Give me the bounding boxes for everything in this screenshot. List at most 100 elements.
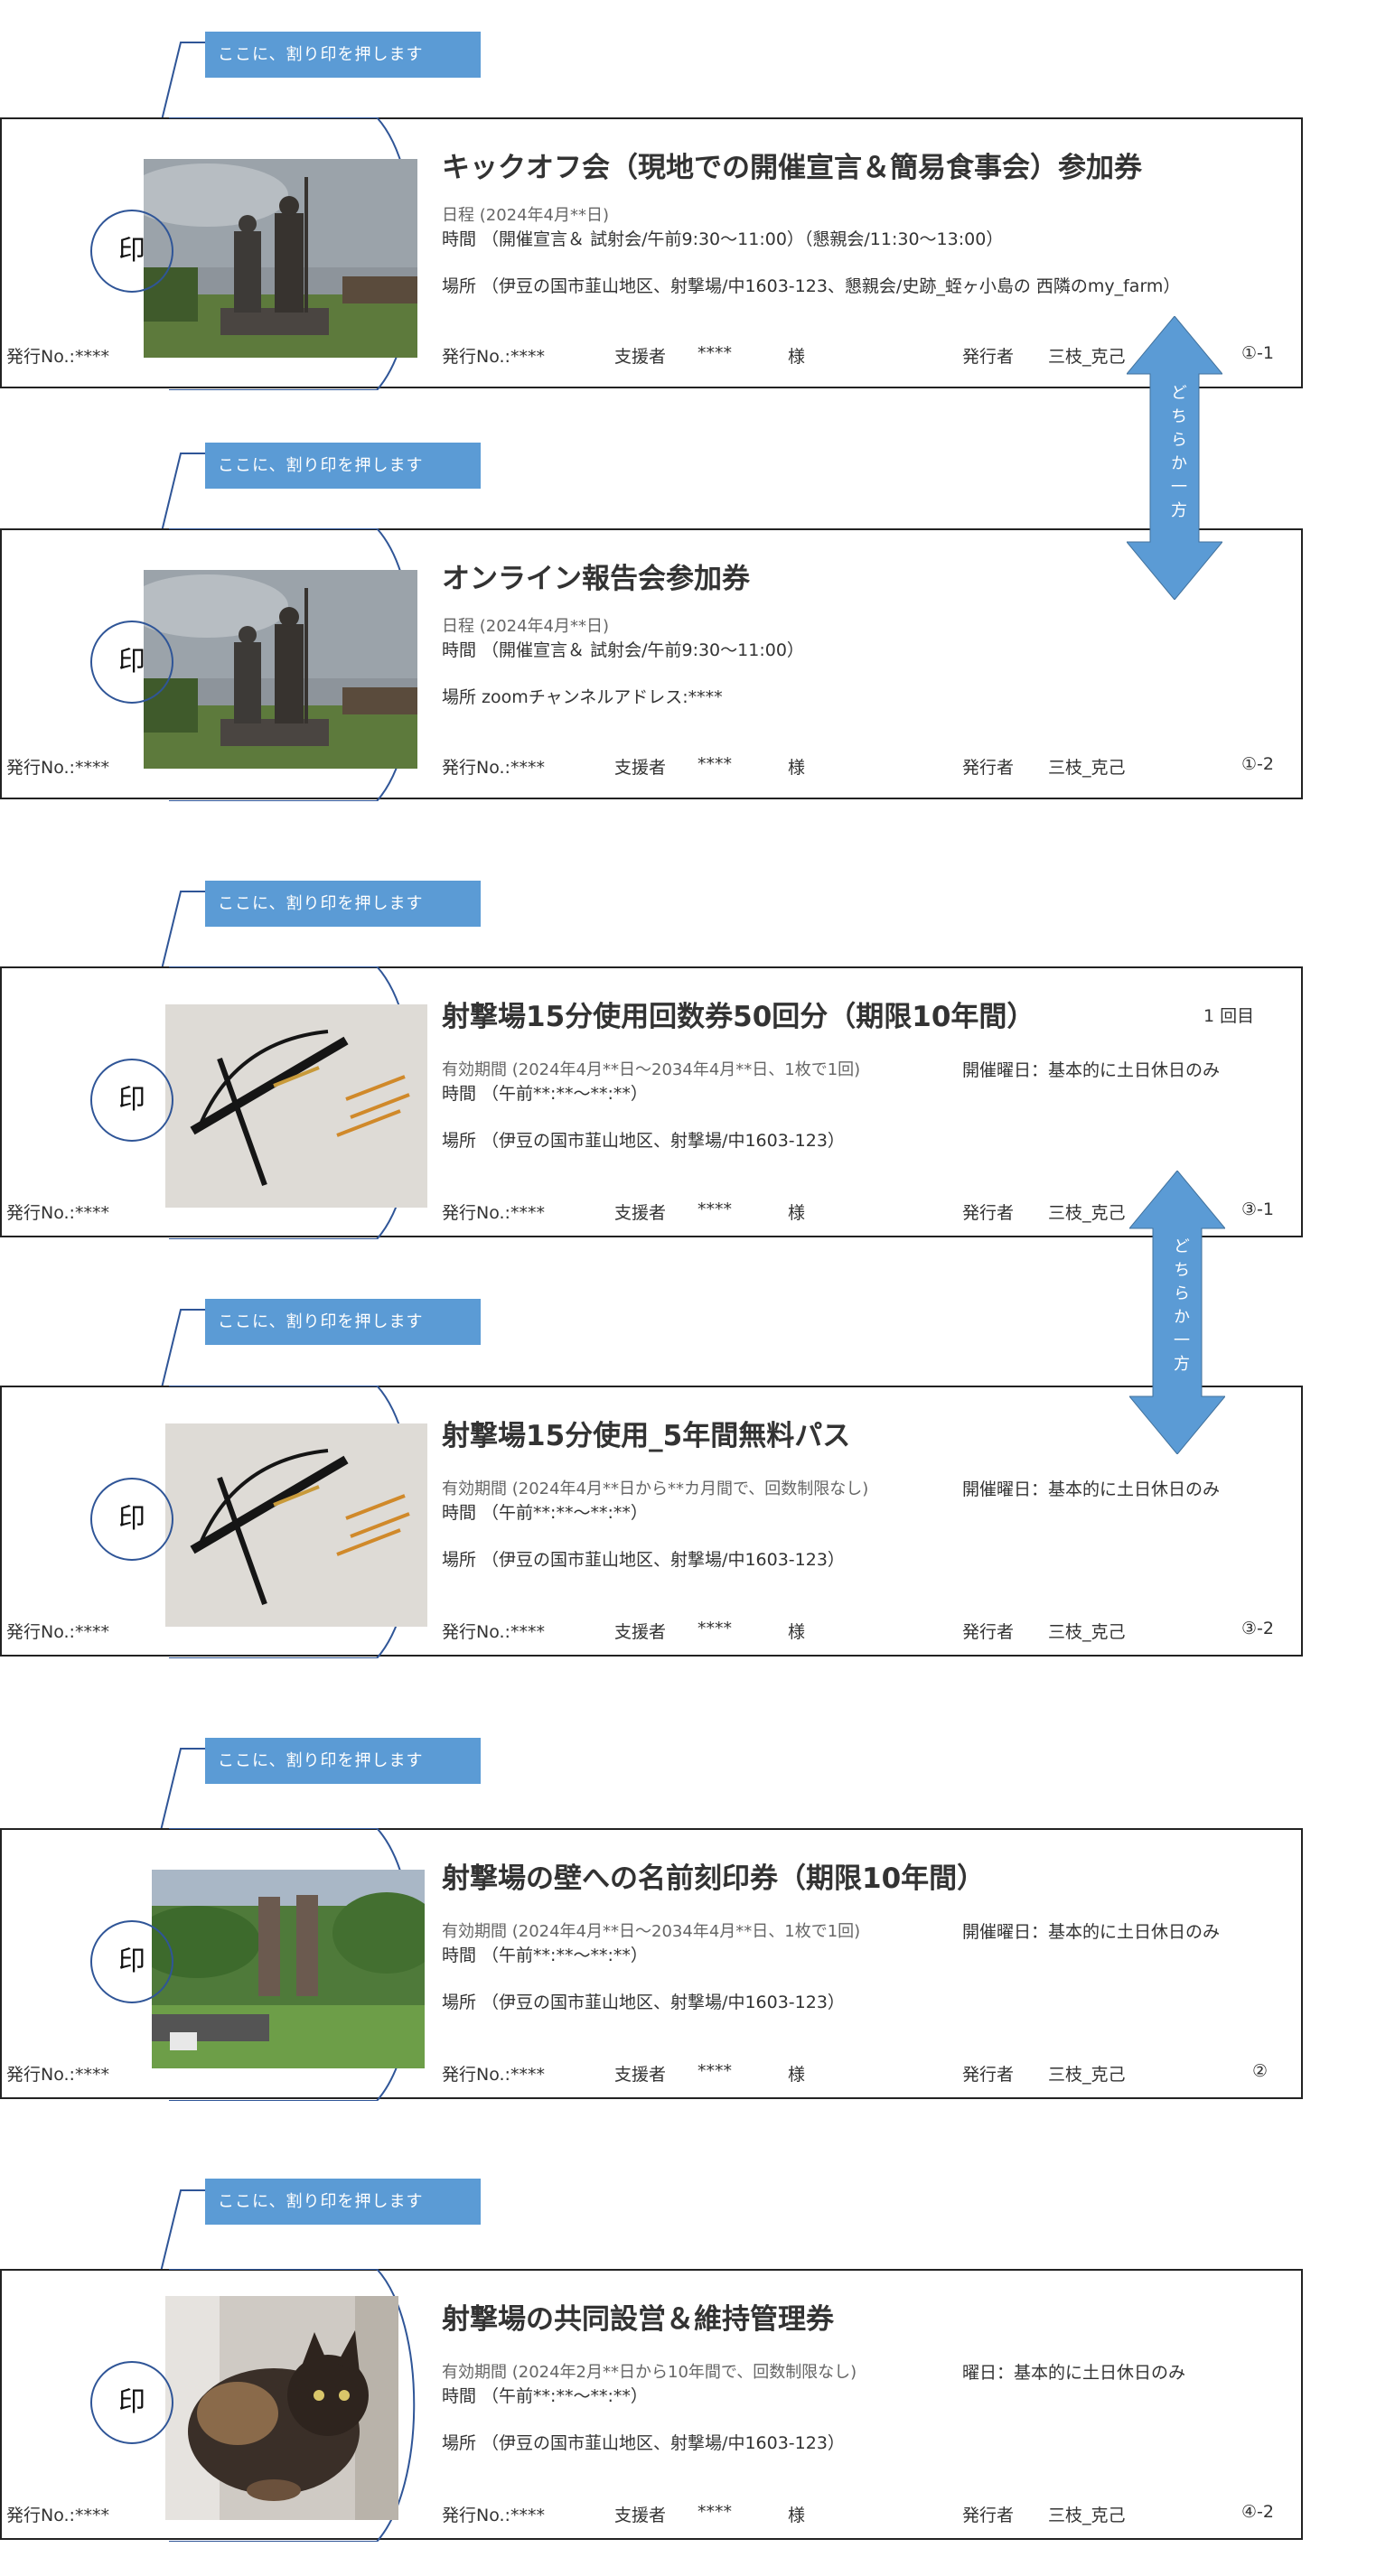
issue-no: 発行No.:**** <box>442 2065 545 2085</box>
seal-callout: ここに、割り印を押します <box>205 1738 481 1784</box>
supporter-label: 支援者 <box>614 758 667 778</box>
seal-circle: 印 <box>90 210 173 293</box>
honorific: 様 <box>788 2506 806 2525</box>
ticket-code: ①-1 <box>1241 343 1274 363</box>
ticket-code: ② <box>1252 2061 1269 2081</box>
issuer-label: 発行者 <box>962 1622 1015 1642</box>
seal-circle: 印 <box>90 2361 173 2444</box>
either-label: どちらか一方 <box>1171 1237 1190 1378</box>
issue-no-left: 発行No.:**** <box>6 1622 109 1642</box>
open-days: 開催曜日：基本的に土日休日のみ <box>962 1922 1221 1942</box>
crossbow-photo <box>165 1004 427 1208</box>
cat-photo <box>165 2296 398 2520</box>
open-days: 曜日：基本的に土日休日のみ <box>962 2363 1186 2383</box>
issue-no: 発行No.:**** <box>442 1622 545 1642</box>
ticket-code: ④-2 <box>1241 2502 1274 2522</box>
issuer-label: 発行者 <box>962 2065 1015 2085</box>
ticket-free-pass: 印 射撃場15分使用_5年間無料パス 有効期間 (2024年4月**日から**カ… <box>0 1386 1303 1658</box>
honorific: 様 <box>788 2065 806 2085</box>
ticket-title: 射撃場15分使用回数券50回分（期限10年間） <box>442 1001 1035 1033</box>
ticket-code: ③-2 <box>1241 1619 1274 1638</box>
ticket-time: 時間 （午前**:**〜**:**） <box>442 2386 648 2406</box>
ticket-validity: 有効期間 (2024年4月**日から**カ月間で、回数制限なし) <box>442 1479 869 1498</box>
ticket-place: 場所 （伊豆の国市韮山地区、射撃場/中1603-123、懇親会/史跡_蛭ヶ小島の… <box>442 276 1181 296</box>
issue-no-left: 発行No.:**** <box>6 347 109 367</box>
issue-no: 発行No.:**** <box>442 1203 545 1223</box>
honorific: 様 <box>788 758 806 778</box>
issue-no: 発行No.:**** <box>442 347 545 367</box>
ticket-title: 射撃場の壁への名前刻印券（期限10年間） <box>442 1862 986 1895</box>
issuer-label: 発行者 <box>962 347 1015 367</box>
issuer-name: 三枝_克己 <box>1048 347 1126 367</box>
ticket-online-report: 印 オンライン報告会参加券 日程 (2024年4月**日) 時間 （開催宣言＆ … <box>0 528 1303 801</box>
issuer-label: 発行者 <box>962 2506 1015 2525</box>
seal-callout: ここに、割り印を押します <box>205 881 481 927</box>
statue-photo <box>144 570 417 769</box>
ticket-maintenance: 印 射撃場の共同設営＆維持管理券 有効期間 (2024年2月**日から10年間で… <box>0 2269 1303 2542</box>
supporter-value: **** <box>698 754 732 774</box>
use-count: 1 回目 <box>1203 1006 1255 1026</box>
open-days: 開催曜日：基本的に土日休日のみ <box>962 1060 1221 1080</box>
issuer-name: 三枝_克己 <box>1048 2065 1126 2085</box>
seal-circle: 印 <box>90 1478 173 1561</box>
either-label: どちらか一方 <box>1168 384 1187 525</box>
issue-no-left: 発行No.:**** <box>6 758 109 778</box>
supporter-label: 支援者 <box>614 1203 667 1223</box>
ticket-date: 日程 (2024年4月**日) <box>442 617 610 636</box>
issue-no-left: 発行No.:**** <box>6 2065 109 2085</box>
seal-callout: ここに、割り印を押します <box>205 2179 481 2225</box>
ticket-place: 場所 （伊豆の国市韮山地区、射撃場/中1603-123） <box>442 2433 845 2453</box>
supporter-label: 支援者 <box>614 347 667 367</box>
ticket-place: 場所 （伊豆の国市韮山地区、射撃場/中1603-123） <box>442 1131 845 1151</box>
ticket-range-50: 印 射撃場15分使用回数券50回分（期限10年間） 1 回目 有効期間 (202… <box>0 966 1303 1239</box>
issue-no: 発行No.:**** <box>442 2506 545 2525</box>
ticket-code: ①-2 <box>1241 754 1274 774</box>
supporter-value: **** <box>698 2061 732 2081</box>
issuer-label: 発行者 <box>962 758 1015 778</box>
seal-callout: ここに、割り印を押します <box>205 1299 481 1345</box>
ticket-place: 場所 zoomチャンネルアドレス:**** <box>442 687 723 707</box>
ticket-time: 時間 （午前**:**〜**:**） <box>442 1946 648 1965</box>
supporter-label: 支援者 <box>614 2065 667 2085</box>
ticket-title: オンライン報告会参加券 <box>442 563 750 595</box>
seal-callout: ここに、割り印を押します <box>205 443 481 489</box>
supporter-label: 支援者 <box>614 1622 667 1642</box>
seal-circle: 印 <box>90 621 173 704</box>
ticket-validity: 有効期間 (2024年4月**日〜2034年4月**日、1枚で1回) <box>442 1060 861 1079</box>
ticket-validity: 有効期間 (2024年4月**日〜2034年4月**日、1枚で1回) <box>442 1922 861 1941</box>
ticket-time: 時間 （午前**:**〜**:**） <box>442 1084 648 1104</box>
issuer-name: 三枝_克己 <box>1048 1622 1126 1642</box>
furnace-photo <box>152 1870 425 2068</box>
ticket-time: 時間 （開催宣言＆ 試射会/午前9:30〜11:00）（懇親会/11:30〜13… <box>442 229 1004 249</box>
crossbow-photo <box>165 1423 427 1627</box>
ticket-place: 場所 （伊豆の国市韮山地区、射撃場/中1603-123） <box>442 1550 845 1570</box>
issuer-name: 三枝_克己 <box>1048 758 1126 778</box>
honorific: 様 <box>788 347 806 367</box>
issue-no-left: 発行No.:**** <box>6 1203 109 1223</box>
supporter-value: **** <box>698 1199 732 1219</box>
seal-circle: 印 <box>90 1059 173 1142</box>
ticket-time: 時間 （開催宣言＆ 試射会/午前9:30〜11:00） <box>442 640 804 660</box>
honorific: 様 <box>788 1622 806 1642</box>
seal-callout: ここに、割り印を押します <box>205 32 481 78</box>
issue-no-left: 発行No.:**** <box>6 2506 109 2525</box>
statue-photo <box>144 159 417 358</box>
open-days: 開催曜日：基本的に土日休日のみ <box>962 1479 1221 1499</box>
supporter-label: 支援者 <box>614 2506 667 2525</box>
ticket-kickoff: 印 キックオフ会（現地での開催宣言＆簡易食事会）参加券 日程 (2024年4月*… <box>0 117 1303 390</box>
ticket-date: 日程 (2024年4月**日) <box>442 206 610 225</box>
issue-no: 発行No.:**** <box>442 758 545 778</box>
ticket-wall-name: 印 射撃場の壁への名前刻印券（期限10年間） 有効期間 (2024年4月**日〜… <box>0 1828 1303 2101</box>
supporter-value: **** <box>698 1619 732 1638</box>
ticket-validity: 有効期間 (2024年2月**日から10年間で、回数制限なし) <box>442 2363 857 2382</box>
issuer-name: 三枝_克己 <box>1048 1203 1126 1223</box>
supporter-value: **** <box>698 343 732 363</box>
seal-circle: 印 <box>90 1920 173 2003</box>
ticket-title: 射撃場15分使用_5年間無料パス <box>442 1420 851 1452</box>
ticket-title: 射撃場の共同設営＆維持管理券 <box>442 2303 834 2336</box>
issuer-name: 三枝_克己 <box>1048 2506 1126 2525</box>
ticket-title: キックオフ会（現地での開催宣言＆簡易食事会）参加券 <box>442 152 1142 184</box>
ticket-code: ③-1 <box>1241 1199 1274 1219</box>
supporter-value: **** <box>698 2502 732 2522</box>
ticket-place: 場所 （伊豆の国市韮山地区、射撃場/中1603-123） <box>442 1993 845 2012</box>
